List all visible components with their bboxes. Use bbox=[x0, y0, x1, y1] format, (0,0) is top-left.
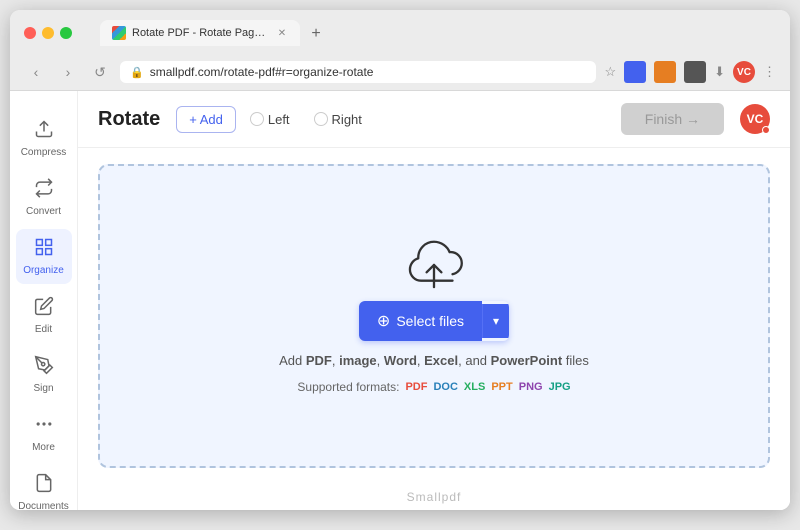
sidebar-item-convert[interactable]: Convert bbox=[16, 170, 72, 225]
avatar-initials: VC bbox=[747, 112, 764, 126]
select-files-dropdown[interactable]: ▾ bbox=[482, 304, 509, 338]
format-doc: DOC bbox=[433, 381, 457, 393]
upload-description: Add PDF, image, Word, Excel, and PowerPo… bbox=[279, 353, 589, 368]
forward-button[interactable]: › bbox=[56, 60, 80, 84]
left-radio[interactable] bbox=[250, 112, 264, 126]
url-text: smallpdf.com/rotate-pdf#r=organize-rotat… bbox=[150, 65, 587, 79]
convert-label: Convert bbox=[26, 206, 61, 217]
sign-icon bbox=[34, 355, 54, 380]
format-xls: XLS bbox=[464, 381, 485, 393]
sidebar-item-sign[interactable]: Sign bbox=[16, 347, 72, 402]
tab-title: Rotate PDF - Rotate Pages O... bbox=[132, 27, 266, 39]
main-area: Rotate + Add Left Right bbox=[78, 91, 790, 510]
convert-icon bbox=[34, 178, 54, 203]
download-icon[interactable]: ⬇ bbox=[714, 64, 725, 80]
browser-controls: Rotate PDF - Rotate Pages O... ✕ + bbox=[24, 20, 776, 46]
format-jpg: JPG bbox=[549, 381, 571, 393]
close-button[interactable] bbox=[24, 27, 36, 39]
formats-label: Supported formats: bbox=[297, 380, 399, 394]
sidebar-item-more[interactable]: More bbox=[16, 406, 72, 461]
add-button[interactable]: + Add bbox=[176, 106, 236, 133]
right-option[interactable]: Right bbox=[304, 107, 372, 132]
documents-icon bbox=[34, 473, 54, 498]
refresh-button[interactable]: ↺ bbox=[88, 60, 112, 84]
right-radio[interactable] bbox=[314, 112, 328, 126]
plus-circle-icon: ⊕ bbox=[377, 311, 390, 331]
browser-tab[interactable]: Rotate PDF - Rotate Pages O... ✕ bbox=[100, 20, 300, 46]
organize-label: Organize bbox=[23, 265, 64, 276]
left-option[interactable]: Left bbox=[240, 107, 300, 132]
new-tab-button[interactable]: + bbox=[304, 22, 328, 46]
minimize-button[interactable] bbox=[42, 27, 54, 39]
sidebar-item-organize[interactable]: Organize bbox=[16, 229, 72, 284]
traffic-lights bbox=[24, 27, 72, 39]
browser-user-avatar[interactable]: VC bbox=[733, 61, 755, 83]
documents-label: Documents bbox=[18, 501, 69, 510]
tab-bar: Rotate PDF - Rotate Pages O... ✕ + bbox=[100, 20, 776, 46]
right-label: Right bbox=[332, 112, 362, 127]
organize-icon bbox=[34, 237, 54, 262]
formats-row: Supported formats: PDF DOC XLS PPT PNG J… bbox=[297, 380, 570, 394]
edit-icon bbox=[34, 296, 54, 321]
finish-label: Finish → bbox=[645, 111, 700, 127]
page-title: Rotate bbox=[98, 108, 160, 131]
extension-icon-1[interactable] bbox=[624, 61, 646, 83]
extension-icon-3[interactable] bbox=[684, 61, 706, 83]
more-label: More bbox=[32, 442, 55, 453]
back-button[interactable]: ‹ bbox=[24, 60, 48, 84]
upload-area[interactable]: ⊕ Select files ▾ Add PDF, image, Word, E… bbox=[98, 164, 770, 468]
select-files-button[interactable]: ⊕ Select files bbox=[359, 301, 482, 341]
browser-window: Rotate PDF - Rotate Pages O... ✕ + ‹ › ↺… bbox=[10, 10, 790, 510]
toolbar: + Add Left Right bbox=[176, 106, 605, 133]
footer-watermark: Smallpdf bbox=[78, 484, 790, 510]
bookmark-icon[interactable]: ☆ bbox=[604, 64, 616, 80]
format-pdf: PDF bbox=[405, 381, 427, 393]
sidebar: Compress Convert Organize bbox=[10, 91, 78, 510]
tab-favicon bbox=[112, 26, 126, 40]
address-actions: ☆ ⬇ VC ⋮ bbox=[604, 61, 776, 83]
edit-label: Edit bbox=[35, 324, 52, 335]
address-bar-row: ‹ › ↺ 🔒 smallpdf.com/rotate-pdf#r=organi… bbox=[10, 54, 790, 91]
rotation-options: Left Right bbox=[240, 107, 372, 132]
watermark-text: Smallpdf bbox=[407, 490, 462, 504]
app-content: Compress Convert Organize bbox=[10, 91, 790, 510]
compress-icon bbox=[34, 119, 54, 144]
avatar-status-dot bbox=[762, 126, 770, 134]
select-files-group: ⊕ Select files ▾ bbox=[359, 301, 509, 341]
user-avatar[interactable]: VC bbox=[740, 104, 770, 134]
browser-title-bar: Rotate PDF - Rotate Pages O... ✕ + bbox=[10, 10, 790, 54]
more-icon bbox=[34, 414, 54, 439]
extension-icon-2[interactable] bbox=[654, 61, 676, 83]
finish-button: Finish → bbox=[621, 103, 724, 135]
cloud-upload-icon bbox=[404, 239, 464, 289]
select-files-label: Select files bbox=[396, 313, 464, 329]
upload-container: ⊕ Select files ▾ Add PDF, image, Word, E… bbox=[78, 148, 790, 484]
format-png: PNG bbox=[519, 381, 543, 393]
sidebar-item-compress[interactable]: Compress bbox=[16, 111, 72, 166]
browser-menu-icon[interactable]: ⋮ bbox=[763, 64, 776, 80]
compress-label: Compress bbox=[21, 147, 67, 158]
sign-label: Sign bbox=[33, 383, 53, 394]
sidebar-item-edit[interactable]: Edit bbox=[16, 288, 72, 343]
sidebar-item-documents[interactable]: Documents bbox=[16, 465, 72, 510]
address-field[interactable]: 🔒 smallpdf.com/rotate-pdf#r=organize-rot… bbox=[120, 61, 596, 83]
left-label: Left bbox=[268, 112, 290, 127]
maximize-button[interactable] bbox=[60, 27, 72, 39]
page-header: Rotate + Add Left Right bbox=[78, 91, 790, 148]
tab-close-icon[interactable]: ✕ bbox=[276, 26, 288, 40]
format-ppt: PPT bbox=[491, 381, 512, 393]
